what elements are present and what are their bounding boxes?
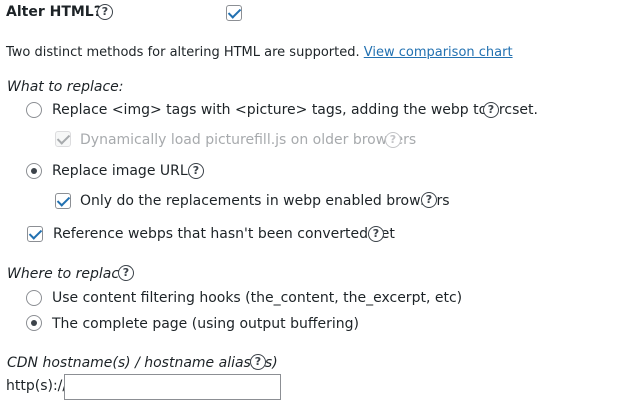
cdn-hostname-heading: CDN hostname(s) / hostname alias(es) xyxy=(7,355,278,371)
radio-replace-image-urls[interactable] xyxy=(26,163,42,179)
cdn-hostname-help-icon[interactable]: ? xyxy=(250,354,266,370)
radio-complete-page[interactable] xyxy=(26,315,42,331)
view-comparison-chart-link[interactable]: View comparison chart xyxy=(364,45,513,60)
only-webp-browsers-label: Only do the replacements in webp enabled… xyxy=(80,193,450,209)
alter-html-checkbox[interactable] xyxy=(226,5,242,21)
replace-picture-tags-help-icon[interactable]: ? xyxy=(483,102,499,118)
radio-content-filtering-hooks[interactable] xyxy=(26,290,42,306)
replace-image-urls-help-icon[interactable]: ? xyxy=(188,163,204,179)
replace-picture-tags-label: Replace <img> tags with <picture> tags, … xyxy=(52,102,538,118)
only-webp-browsers-help-icon[interactable]: ? xyxy=(421,192,437,208)
cdn-protocol-prefix: http(s):// xyxy=(6,378,68,394)
reference-unconverted-label: Reference webps that hasn't been convert… xyxy=(53,226,395,242)
intro-text: Two distinct methods for altering HTML a… xyxy=(6,45,360,60)
picturefill-label: Dynamically load picturefill.js on older… xyxy=(80,132,417,148)
intro-text-row: Two distinct methods for altering HTML a… xyxy=(6,44,513,62)
alter-html-help-icon[interactable]: ? xyxy=(97,4,113,20)
picturefill-checkbox xyxy=(55,131,71,147)
what-to-replace-heading: What to replace: xyxy=(7,79,124,95)
cdn-hostname-input[interactable] xyxy=(64,374,281,400)
only-webp-browsers-checkbox[interactable] xyxy=(55,193,71,209)
content-filtering-hooks-label: Use content filtering hooks (the_content… xyxy=(52,290,463,306)
reference-unconverted-checkbox[interactable] xyxy=(27,226,43,242)
replace-image-urls-label: Replace image URLs xyxy=(52,163,195,179)
complete-page-label: The complete page (using output bufferin… xyxy=(52,316,359,332)
radio-replace-picture-tags[interactable] xyxy=(26,102,42,118)
where-to-replace-heading: Where to replace: xyxy=(7,266,133,282)
alter-html-label: Alter HTML? xyxy=(6,4,102,20)
reference-unconverted-help-icon[interactable]: ? xyxy=(368,226,384,242)
where-to-replace-help-icon[interactable]: ? xyxy=(118,265,134,281)
picturefill-help-icon: ? xyxy=(385,132,401,148)
